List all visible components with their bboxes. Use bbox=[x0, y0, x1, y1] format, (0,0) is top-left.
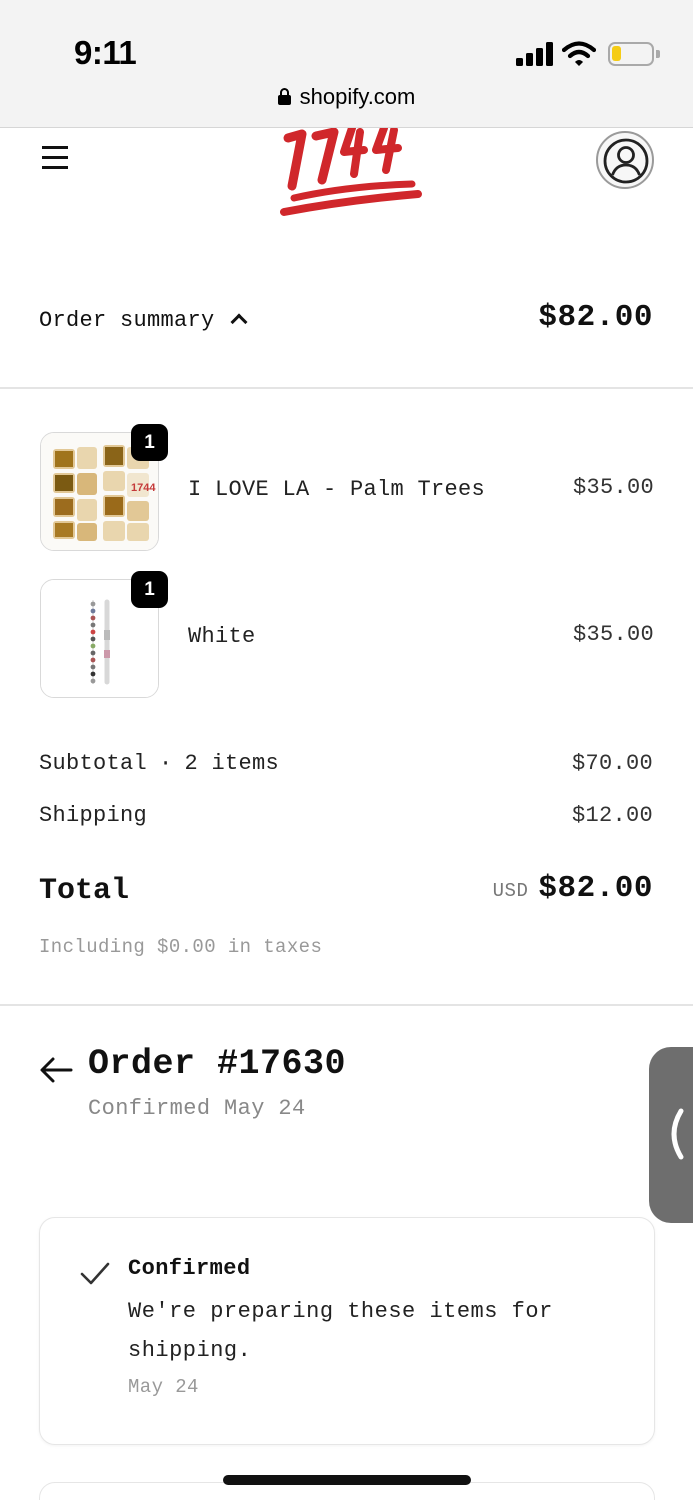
svg-text:1744: 1744 bbox=[131, 482, 156, 494]
user-account-icon[interactable] bbox=[596, 131, 654, 189]
status-time: 9:11 bbox=[74, 34, 137, 71]
summary-divider bbox=[0, 387, 693, 389]
home-indicator[interactable] bbox=[223, 1475, 471, 1485]
subtotal-label: Subtotal · 2 items bbox=[39, 751, 279, 776]
hamburger-menu-icon[interactable] bbox=[42, 146, 68, 170]
lock-icon bbox=[277, 88, 291, 105]
fulfillment-status-card: Confirmed We're preparing these items fo… bbox=[39, 1217, 655, 1445]
check-icon bbox=[80, 1262, 110, 1285]
order-confirmed-date: Confirmed May 24 bbox=[88, 1096, 306, 1121]
status-title: Confirmed bbox=[128, 1256, 251, 1281]
order-number-heading: Order #17630 bbox=[88, 1044, 347, 1084]
battery-icon bbox=[608, 42, 660, 66]
quantity-badge: 1 bbox=[131, 571, 168, 608]
order-summary-label: Order summary bbox=[39, 308, 215, 333]
chevron-up-icon bbox=[230, 313, 248, 331]
currency-code: USD bbox=[492, 880, 529, 902]
summary-total-price: $82.00 bbox=[538, 300, 653, 335]
product-price: $35.00 bbox=[572, 622, 654, 647]
cellular-signal-icon bbox=[516, 42, 554, 66]
item-count: 2 items bbox=[184, 751, 280, 776]
product-price: $35.00 bbox=[572, 475, 654, 500]
product-name: White bbox=[188, 624, 256, 649]
total-amount: USD $82.00 bbox=[493, 871, 653, 906]
separator-dot: · bbox=[159, 751, 173, 776]
arrow-left-icon[interactable] bbox=[39, 1056, 73, 1084]
chevron-left-icon bbox=[671, 1108, 684, 1160]
order-summary-toggle[interactable]: Order summary bbox=[39, 308, 248, 333]
status-date: May 24 bbox=[128, 1376, 199, 1398]
section-divider bbox=[0, 1004, 693, 1006]
quantity-badge: 1 bbox=[131, 424, 168, 461]
side-drawer-tab[interactable] bbox=[649, 1047, 693, 1223]
brand-logo[interactable] bbox=[278, 128, 428, 220]
address-url: shopify.com bbox=[299, 84, 416, 109]
total-value: $82.00 bbox=[538, 871, 653, 906]
address-bar[interactable]: shopify.com bbox=[0, 84, 693, 110]
subtotal-text: Subtotal bbox=[39, 751, 148, 776]
line-item: 1744 1 I LOVE LA - Palm Trees $35.00 bbox=[40, 424, 654, 552]
status-description: We're preparing these items for shipping… bbox=[128, 1299, 553, 1363]
product-name: I LOVE LA - Palm Trees bbox=[188, 477, 486, 502]
line-item: 1 White $35.00 bbox=[40, 571, 654, 699]
browser-status-bar: 9:11 shopify.com bbox=[0, 0, 693, 128]
subtotal-value: $70.00 bbox=[571, 751, 653, 776]
taxes-note: Including $0.00 in taxes bbox=[39, 936, 323, 958]
shipping-value: $12.00 bbox=[571, 803, 653, 828]
shipping-label: Shipping bbox=[39, 803, 148, 828]
wifi-icon bbox=[562, 41, 596, 66]
total-label: Total bbox=[39, 874, 130, 908]
